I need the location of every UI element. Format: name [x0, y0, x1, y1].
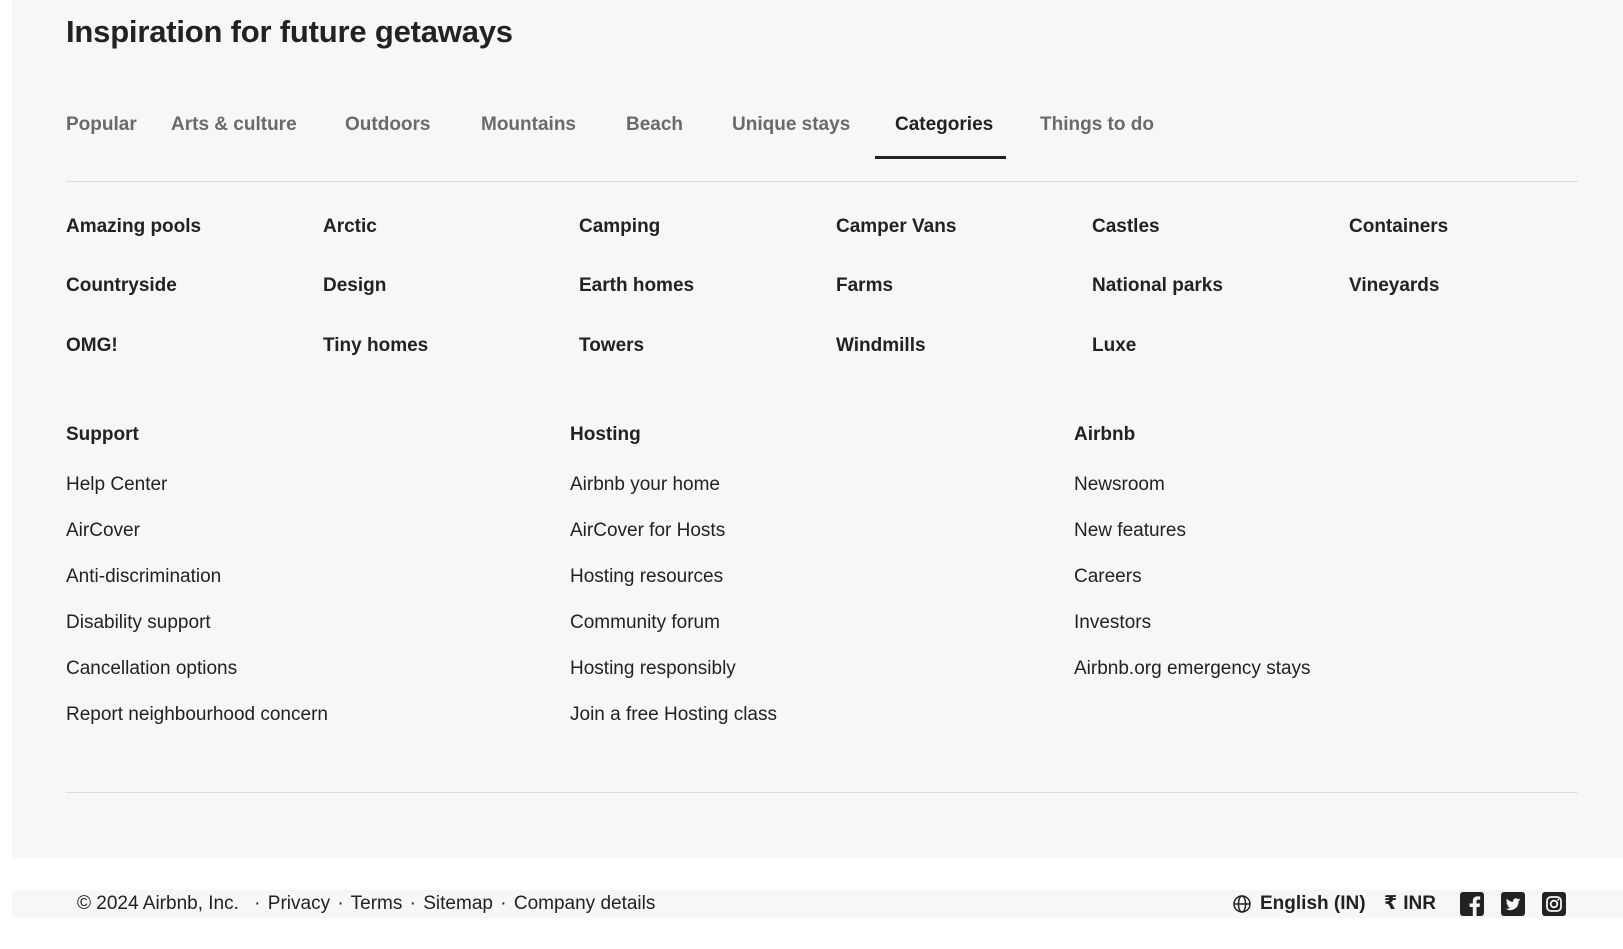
tab-beach[interactable]: Beach [626, 114, 683, 150]
footer-divider [66, 792, 1578, 793]
category-link[interactable]: Camper Vans [836, 216, 956, 238]
support-column: Support Help Center AirCover Anti-discri… [66, 422, 328, 746]
hosting-heading: Hosting [570, 424, 641, 445]
disability-support-link[interactable]: Disability support [66, 600, 328, 646]
twitter-icon[interactable] [1501, 892, 1525, 916]
new-features-link[interactable]: New features [1074, 508, 1311, 554]
facebook-icon[interactable] [1460, 892, 1484, 916]
tab-unique-stays[interactable]: Unique stays [732, 114, 850, 150]
currency-symbol: ₹ [1384, 893, 1398, 914]
category-link[interactable]: Countryside [66, 275, 177, 297]
tab-outdoors[interactable]: Outdoors [345, 114, 431, 150]
hosting-class-link[interactable]: Join a free Hosting class [570, 692, 777, 738]
language-label: English (IN) [1260, 893, 1366, 914]
support-heading: Support [66, 424, 139, 445]
section-title: Inspiration for future getaways [66, 14, 513, 49]
investors-link[interactable]: Investors [1074, 600, 1311, 646]
tab-things-to-do[interactable]: Things to do [1040, 114, 1154, 150]
hosting-responsibly-link[interactable]: Hosting responsibly [570, 646, 777, 692]
category-link[interactable]: Vineyards [1349, 275, 1439, 297]
emergency-stays-link[interactable]: Airbnb.org emergency stays [1074, 646, 1311, 692]
category-link[interactable]: OMG! [66, 335, 118, 357]
category-link[interactable]: Luxe [1092, 335, 1136, 357]
tabs-divider [66, 181, 1578, 182]
category-link[interactable]: Windmills [836, 335, 926, 357]
category-link[interactable]: Camping [579, 216, 660, 238]
hosting-column: Hosting Airbnb your home AirCover for Ho… [570, 422, 777, 746]
page: Inspiration for future getaways Popular … [0, 0, 1623, 949]
category-link[interactable]: Towers [579, 335, 644, 357]
report-concern-link[interactable]: Report neighbourhood concern [66, 692, 328, 738]
category-link[interactable]: Amazing pools [66, 216, 201, 238]
locale-tools: English (IN) ₹ INR [0, 890, 1623, 918]
language-button[interactable]: English (IN) [1232, 890, 1366, 918]
hosting-resources-link[interactable]: Hosting resources [570, 554, 777, 600]
category-link[interactable]: Arctic [323, 216, 377, 238]
currency-button[interactable]: ₹ INR [1384, 890, 1436, 918]
active-tab-indicator [875, 156, 1006, 159]
aircover-link[interactable]: AirCover [66, 508, 328, 554]
category-link[interactable]: Castles [1092, 216, 1160, 238]
airbnb-column: Airbnb Newsroom New features Careers Inv… [1074, 422, 1311, 700]
globe-icon [1232, 894, 1252, 914]
airbnb-your-home-link[interactable]: Airbnb your home [570, 462, 777, 508]
cancellation-options-link[interactable]: Cancellation options [66, 646, 328, 692]
tab-popular[interactable]: Popular [66, 114, 137, 150]
tab-arts-culture[interactable]: Arts & culture [171, 114, 297, 150]
anti-discrimination-link[interactable]: Anti-discrimination [66, 554, 328, 600]
currency-label: INR [1403, 893, 1436, 914]
category-link[interactable]: Farms [836, 275, 893, 297]
newsroom-link[interactable]: Newsroom [1074, 462, 1311, 508]
category-link[interactable]: Containers [1349, 216, 1448, 238]
community-forum-link[interactable]: Community forum [570, 600, 777, 646]
tab-mountains[interactable]: Mountains [481, 114, 576, 150]
careers-link[interactable]: Careers [1074, 554, 1311, 600]
aircover-for-hosts-link[interactable]: AirCover for Hosts [570, 508, 777, 554]
help-center-link[interactable]: Help Center [66, 462, 328, 508]
instagram-icon[interactable] [1542, 892, 1566, 916]
category-link[interactable]: Earth homes [579, 275, 694, 297]
category-link[interactable]: Design [323, 275, 386, 297]
category-link[interactable]: National parks [1092, 275, 1223, 297]
category-link[interactable]: Tiny homes [323, 335, 428, 357]
airbnb-heading: Airbnb [1074, 424, 1136, 445]
tab-categories[interactable]: Categories [895, 114, 993, 150]
